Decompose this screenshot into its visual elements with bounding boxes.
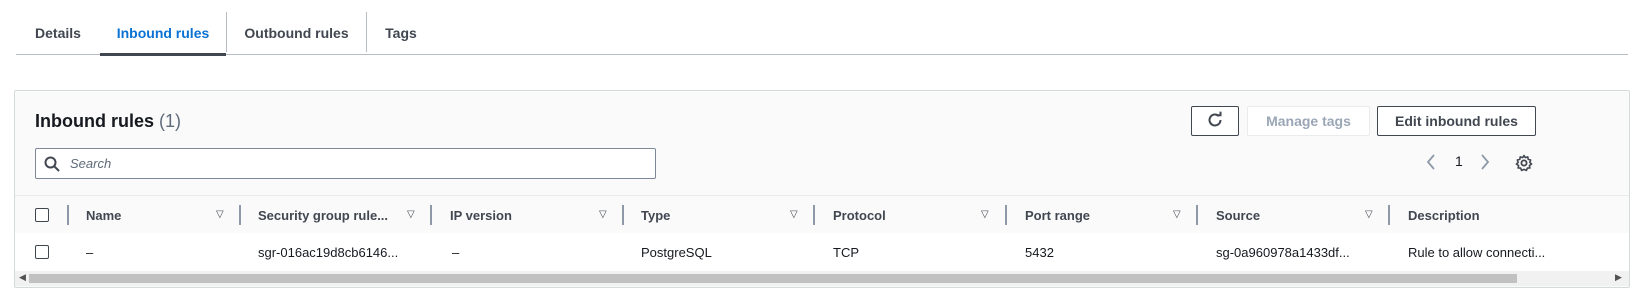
table-header: Name ▽ Security group rule... ▽ IP versi… — [15, 195, 1629, 235]
tab-bar: Details Inbound rules Outbound rules Tag… — [16, 0, 1628, 56]
scroll-right-icon[interactable]: ▶ — [1615, 272, 1622, 283]
column-rule-id[interactable]: Security group rule... — [258, 208, 388, 223]
cell-name: – — [86, 245, 94, 260]
column-port-range[interactable]: Port range — [1025, 208, 1090, 223]
search-input[interactable] — [68, 155, 632, 172]
horizontal-scrollbar[interactable]: ◀ ▶ — [15, 271, 1629, 286]
column-divider[interactable] — [1388, 205, 1390, 225]
search-box — [35, 148, 656, 179]
table-row[interactable]: – sgr-016ac19d8cb6146... – PostgreSQL TC… — [15, 233, 1629, 271]
gear-icon[interactable] — [1515, 154, 1533, 177]
column-divider[interactable] — [622, 205, 624, 225]
column-type[interactable]: Type — [641, 208, 670, 223]
refresh-button[interactable] — [1191, 106, 1239, 136]
column-protocol[interactable]: Protocol — [833, 208, 886, 223]
column-name[interactable]: Name — [86, 208, 121, 223]
sort-icon[interactable]: ▽ — [1173, 209, 1181, 220]
chevron-left-icon[interactable] — [1425, 153, 1437, 175]
cell-source: sg-0a960978a1433df... — [1216, 245, 1350, 260]
panel-title-text: Inbound rules — [35, 111, 154, 131]
column-divider — [67, 205, 69, 225]
column-description[interactable]: Description — [1408, 208, 1480, 223]
sort-icon[interactable]: ▽ — [599, 209, 607, 220]
rule-count: (1) — [159, 111, 182, 131]
column-divider[interactable] — [813, 205, 815, 225]
inbound-rules-panel: Inbound rules (1) Manage tags Edit inbou… — [14, 90, 1630, 288]
search-icon — [44, 156, 60, 172]
sort-icon[interactable]: ▽ — [1365, 209, 1373, 220]
scroll-left-icon[interactable]: ◀ — [19, 272, 26, 283]
cell-protocol: TCP — [833, 245, 859, 260]
tab-tags[interactable]: Tags — [367, 12, 435, 53]
scrollbar-thumb[interactable] — [29, 274, 1517, 283]
sort-icon[interactable]: ▽ — [216, 209, 224, 220]
column-divider[interactable] — [1005, 205, 1007, 225]
page-number[interactable]: 1 — [1455, 153, 1463, 169]
manage-tags-button[interactable]: Manage tags — [1247, 106, 1370, 136]
column-divider[interactable] — [1196, 205, 1198, 225]
chevron-right-icon[interactable] — [1479, 153, 1491, 175]
cell-description: Rule to allow connecti... — [1408, 245, 1546, 260]
column-ip-version[interactable]: IP version — [450, 208, 512, 223]
sort-icon[interactable]: ▽ — [981, 209, 989, 220]
tab-outbound-rules[interactable]: Outbound rules — [227, 12, 366, 53]
select-all-checkbox[interactable] — [35, 208, 49, 222]
cell-rule-id: sgr-016ac19d8cb6146... — [258, 245, 399, 260]
tab-inbound-rules[interactable]: Inbound rules — [100, 13, 226, 56]
sort-icon[interactable]: ▽ — [790, 209, 798, 220]
tab-details[interactable]: Details — [16, 12, 100, 53]
refresh-icon — [1206, 111, 1224, 132]
edit-inbound-rules-button[interactable]: Edit inbound rules — [1377, 106, 1536, 136]
row-checkbox[interactable] — [35, 245, 49, 259]
column-divider[interactable] — [239, 205, 241, 225]
column-divider[interactable] — [430, 205, 432, 225]
panel-title: Inbound rules (1) — [35, 111, 181, 132]
cell-ip-version: – — [452, 245, 460, 260]
cell-type: PostgreSQL — [641, 245, 712, 260]
cell-port-range: 5432 — [1025, 245, 1054, 260]
sort-icon[interactable]: ▽ — [407, 209, 415, 220]
column-source[interactable]: Source — [1216, 208, 1260, 223]
